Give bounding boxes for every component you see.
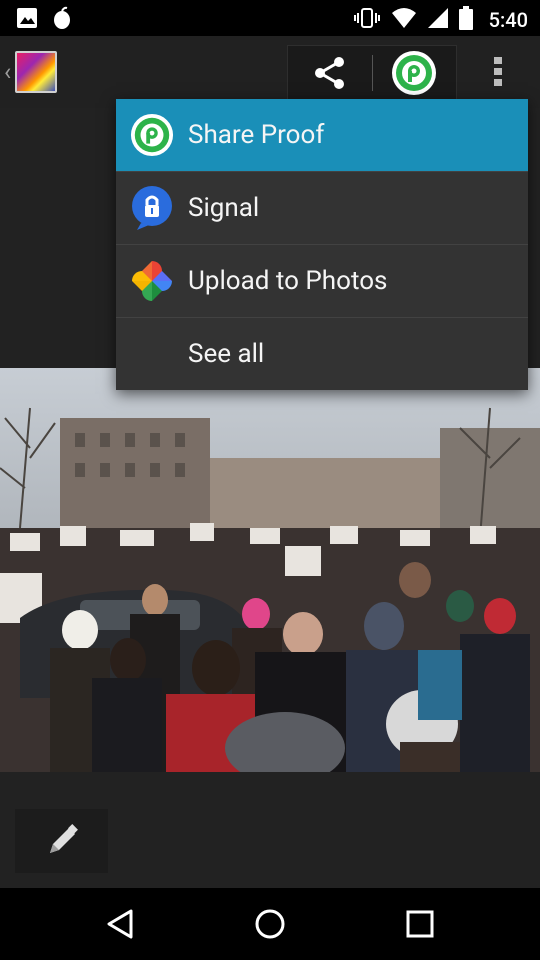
overflow-menu-button[interactable]: [480, 54, 516, 90]
fruit-icon: [52, 6, 72, 34]
home-icon: [255, 909, 285, 939]
battery-icon: [458, 6, 473, 34]
action-bar: ‹: [0, 36, 540, 108]
status-bar: 5:40: [0, 0, 540, 36]
menu-item-upload-to-photos[interactable]: Upload to Photos: [116, 245, 528, 318]
more-vert-icon: [494, 57, 502, 86]
protest-photo[interactable]: [0, 368, 540, 772]
clock: 5:40: [488, 8, 528, 32]
gallery-icon: [15, 51, 58, 93]
wifi-icon: [391, 7, 417, 33]
menu-item-label: Signal: [188, 193, 260, 223]
menu-item-share-proof[interactable]: Share Proof: [116, 99, 528, 172]
share-menu: Share Proof Signal Upload to Photos See …: [116, 99, 528, 390]
recents-icon: [406, 910, 434, 938]
nav-recents-button[interactable]: [390, 904, 450, 944]
share-button[interactable]: [288, 46, 372, 100]
signal-icon: [427, 7, 449, 33]
navigation-bar: [0, 888, 540, 960]
back-chevron-icon: ‹: [4, 58, 12, 86]
up-button[interactable]: ‹: [0, 36, 72, 108]
nav-back-button[interactable]: [90, 904, 150, 944]
menu-item-signal[interactable]: Signal: [116, 172, 528, 245]
pencil-icon: [49, 824, 78, 853]
edit-button[interactable]: [15, 809, 108, 873]
share-action-group: [287, 45, 457, 101]
back-icon: [107, 909, 133, 939]
signal-app-icon: [132, 186, 172, 230]
vibrate-icon: [353, 7, 381, 33]
share-icon: [314, 57, 344, 89]
proof-app-icon: [130, 113, 174, 157]
menu-item-label: Share Proof: [188, 120, 325, 150]
google-photos-icon: [132, 261, 172, 301]
menu-item-see-all[interactable]: See all: [116, 318, 528, 390]
image-icon: [16, 7, 38, 33]
menu-item-label: See all: [188, 339, 265, 369]
nav-home-button[interactable]: [240, 904, 300, 944]
menu-item-label: Upload to Photos: [188, 266, 388, 296]
share-proof-button[interactable]: [373, 46, 457, 100]
proof-app-icon: [392, 51, 437, 95]
